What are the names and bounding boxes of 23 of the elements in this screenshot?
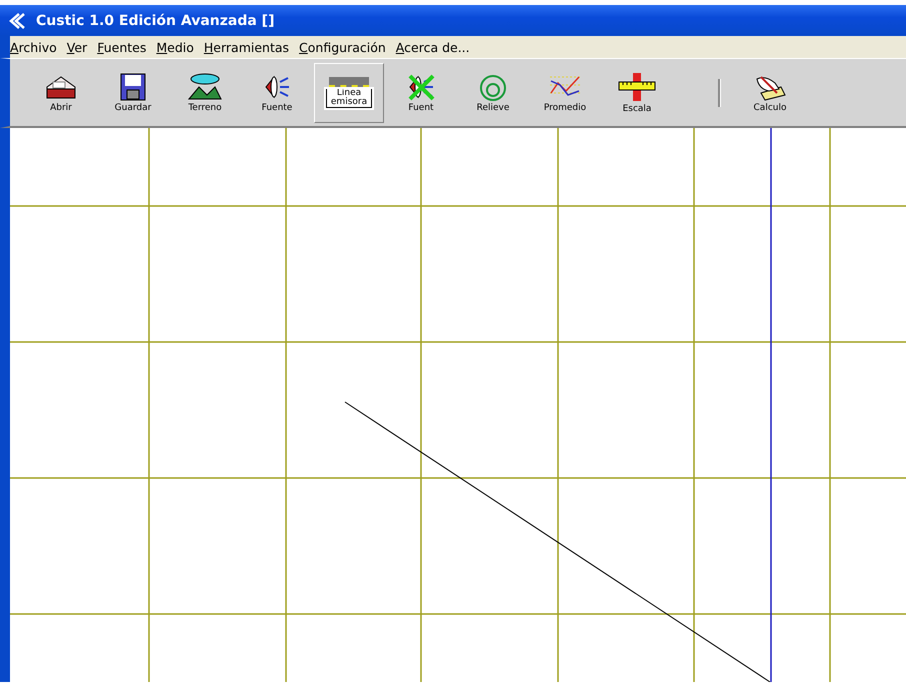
menu-item[interactable]: Archivo [10,40,57,54]
contour-icon [478,72,508,100]
menu-item[interactable]: Acerca de... [396,40,470,54]
menu-item[interactable]: Medio [156,40,194,54]
crossed-speaker-icon [406,72,436,100]
toolbar-button[interactable]: Fuent [386,62,456,122]
toolbar-button[interactable]: Terreno [170,62,240,122]
menu-item[interactable]: Herramientas [204,40,290,54]
toolbar-button[interactable]: Promedio [530,62,600,122]
ruler-icon [617,72,657,102]
menu-item[interactable]: Configuración [299,40,386,54]
toolbar-button[interactable]: Fuente [242,62,312,122]
menu-item[interactable]: Fuentes [97,40,146,54]
window-title: Custic 1.0 Edición Avanzada [] [36,12,274,28]
toolbar-button[interactable]: Abrir [26,62,96,122]
toolbar-button[interactable]: Guardar [98,62,168,122]
toolbar-button[interactable]: Escala [602,62,672,122]
emission-line-button[interactable]: Línea emisora [314,62,384,122]
menu-item[interactable]: Ver [66,40,88,54]
toolbar-button[interactable]: Relieve [458,62,528,122]
back-arrow-icon [8,12,26,30]
landscape-icon [187,72,223,100]
toolbar-button[interactable]: Calculo [735,62,805,122]
